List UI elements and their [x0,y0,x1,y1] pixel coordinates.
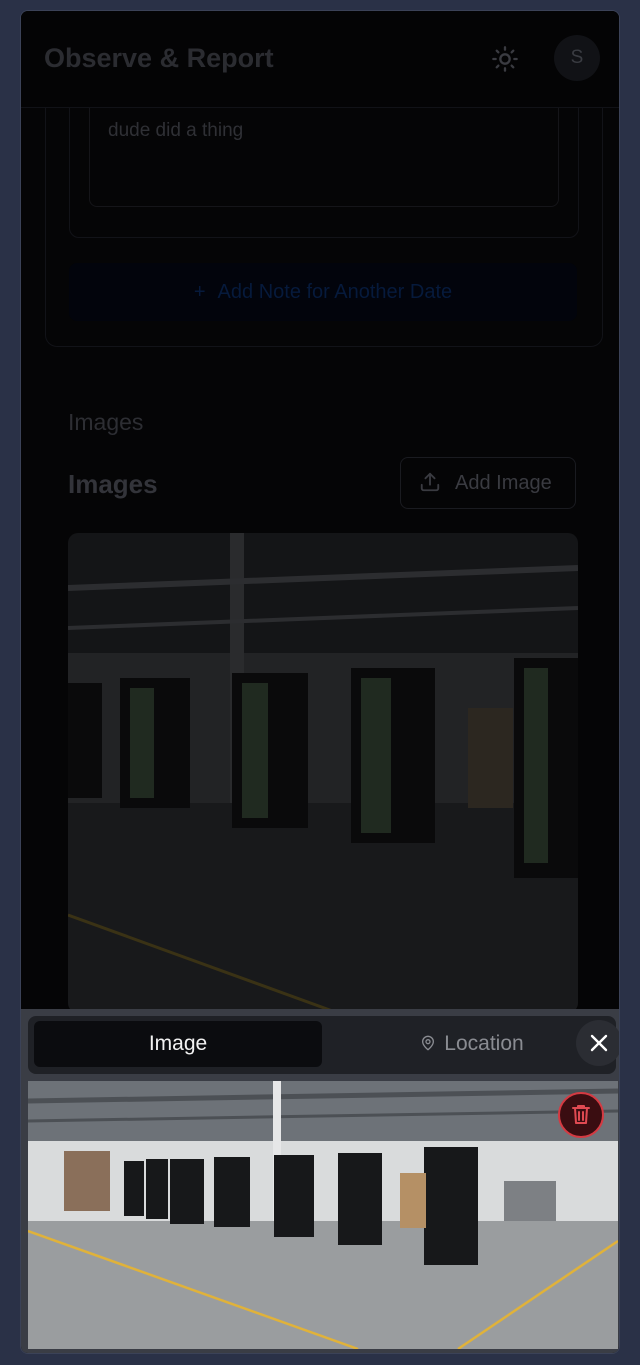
note-text: dude did a thing [108,120,244,141]
add-note-button[interactable]: + Add Note for Another Date [69,263,577,321]
image-viewer-sheet: Image Location [21,1009,619,1353]
image-preview [28,1081,618,1349]
images-heading: Images [68,469,158,499]
tab-location-label: Location [444,1032,524,1055]
close-icon [590,1034,608,1052]
note-card: dude did a thing + Add Note for Another D… [45,71,603,347]
delete-image-button[interactable] [558,1092,604,1138]
warehouse-photo [68,533,578,1013]
add-image-label: Add Image [455,472,552,494]
upload-icon [420,472,440,492]
add-note-label: Add Note for Another Date [217,281,453,303]
image-thumbnail[interactable] [68,533,578,1013]
app-window: dude did a thing + Add Note for Another D… [20,10,620,1354]
app-title: Observe & Report [44,43,274,73]
viewer-tabs: Image Location [28,1016,619,1074]
add-image-button[interactable]: Add Image [400,457,576,509]
sun-icon[interactable] [491,45,519,73]
header-bar: Observe & Report S [21,11,619,108]
close-button[interactable] [576,1020,619,1066]
tab-location[interactable]: Location [348,1021,596,1067]
warehouse-photo-preview [28,1081,618,1349]
tab-image[interactable]: Image [34,1021,322,1067]
map-pin-icon [422,1035,435,1051]
trash-icon [572,1105,590,1124]
images-section-label: Images [68,409,144,435]
avatar[interactable]: S [554,35,600,81]
plus-icon: + [193,281,206,303]
